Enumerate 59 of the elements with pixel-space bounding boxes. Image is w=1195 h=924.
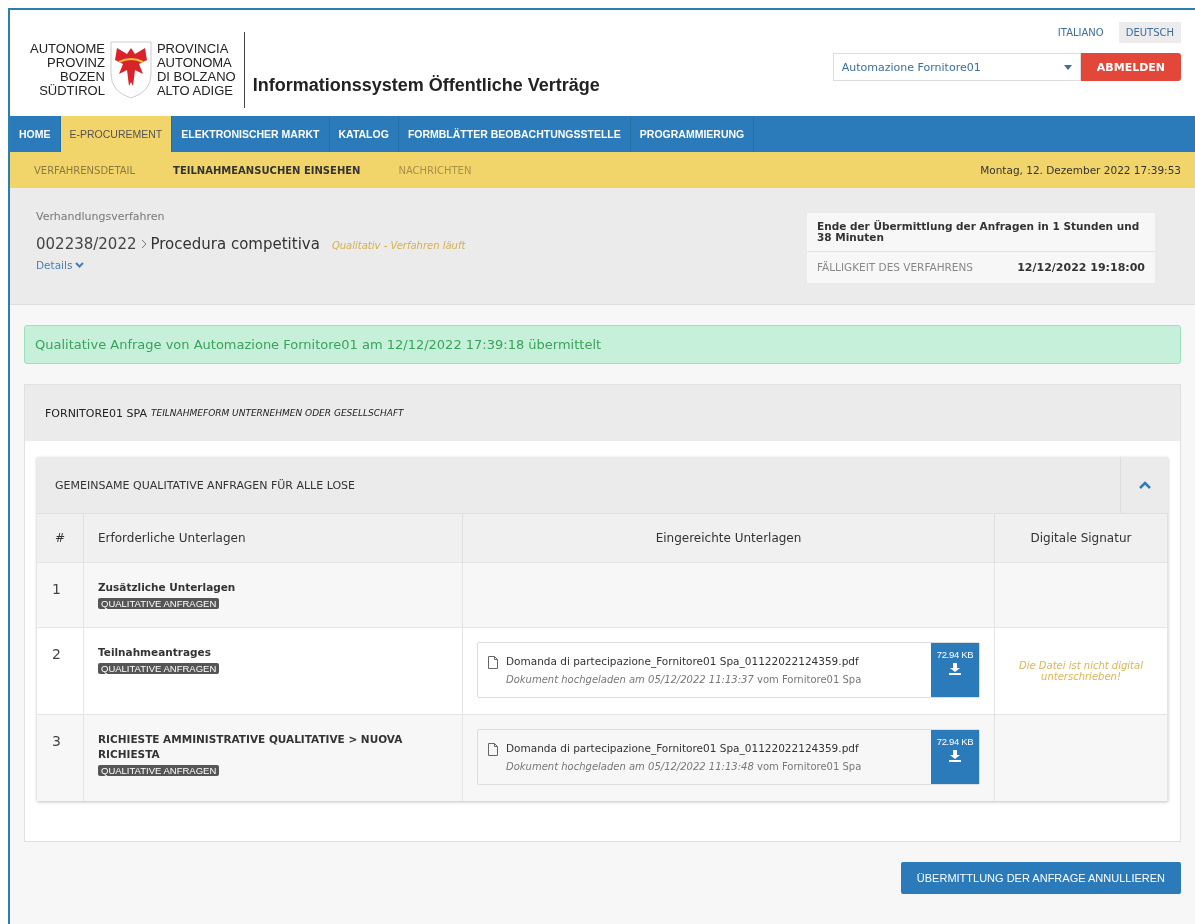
deadline-label: FÄLLIGKEIT DES VERFAHRENS bbox=[817, 261, 973, 274]
company-name: FORNITORE01 SPA bbox=[45, 406, 147, 420]
signature-warning: Die Datei ist nicht digital unterschrieben! bbox=[1018, 659, 1144, 682]
download-icon bbox=[948, 750, 962, 762]
document-requirement: Teilnahmeantrages bbox=[98, 645, 211, 660]
chevron-up-icon bbox=[1138, 481, 1151, 489]
row-number: 2 bbox=[51, 645, 62, 662]
success-alert: Qualitative Anfrage von Automazione Fornitore01 am 12/12/2022 17:39:18 übermittelt bbox=[24, 325, 1181, 364]
download-button[interactable]: 72.94 KB bbox=[931, 730, 979, 784]
row-number: 3 bbox=[51, 732, 62, 749]
file-icon bbox=[488, 656, 498, 669]
document-requirement: Zusätzliche Unterlagen bbox=[98, 580, 236, 595]
crest-icon bbox=[108, 40, 153, 100]
file-name: Domanda di partecipazione_Fornitore01 Spa_01122022124359.pdf bbox=[506, 742, 860, 754]
procedure-status: Qualitativ - Verfahren läuft bbox=[331, 240, 466, 251]
participation-form: TEILNAHMEFORM UNTERNEHMEN ODER GESELLSCHAFT bbox=[151, 408, 404, 418]
logo-text: BOZEN bbox=[60, 70, 105, 84]
language-button[interactable]: ITALIANO bbox=[1050, 22, 1111, 43]
category-tag: QUALITATIVE ANFRAGEN bbox=[98, 765, 220, 776]
user-select[interactable]: Automazione Fornitore01 bbox=[832, 53, 1081, 81]
deadline-value: 12/12/2022 19:18:00 bbox=[1017, 261, 1145, 274]
download-button[interactable]: 72.94 KB bbox=[931, 643, 979, 697]
details-link[interactable]: Details bbox=[36, 259, 85, 271]
file-icon bbox=[488, 743, 498, 756]
chevron-right-icon bbox=[140, 239, 147, 249]
logo-text: DI BOLZANO bbox=[156, 70, 236, 84]
logo-text: AUTONOME bbox=[30, 42, 105, 56]
procedure-type: Verhandlungsverfahren bbox=[36, 210, 166, 223]
category-tag: QUALITATIVE ANFRAGEN bbox=[98, 598, 220, 609]
subnav-tab[interactable]: VERFAHRENSDETAIL bbox=[34, 164, 136, 176]
logo-text: AUTONOMA bbox=[156, 56, 233, 70]
logout-button[interactable]: ABMELDEN bbox=[1080, 53, 1181, 81]
download-icon bbox=[948, 663, 962, 675]
cancel-request-button[interactable]: ÜBERMITTLUNG DER ANFRAGE ANNULLIEREN bbox=[900, 862, 1181, 894]
current-date: Montag, 12. Dezember 2022 17:39:53 bbox=[980, 164, 1181, 176]
logo-text: ALTO ADIGE bbox=[156, 84, 234, 98]
column-header: Eingereichte Unterlagen bbox=[462, 513, 995, 563]
row-number: 1 bbox=[51, 580, 62, 597]
document-requirement: RICHIESTE AMMINISTRATIVE QUALITATIVE > NUOVA RICHIESTA bbox=[98, 732, 404, 762]
category-tag: QUALITATIVE ANFRAGEN bbox=[98, 663, 220, 674]
column-header: Digitale Signatur bbox=[994, 513, 1168, 563]
logo-text: PROVINCIA bbox=[156, 42, 230, 56]
subnav-tab[interactable]: TEILNAHMEANSUCHEN EINSEHEN bbox=[173, 164, 361, 176]
app-title: Informationssystem Öffentliche Verträge bbox=[252, 75, 600, 96]
procedure-number: 002238/2022 bbox=[36, 235, 137, 253]
language-button[interactable]: DEUTSCH bbox=[1118, 22, 1181, 43]
upload-info: Dokument hochgeladen am 05/12/2022 11:13:37 vom Fornitore01 Spa bbox=[506, 674, 862, 685]
caret-icon bbox=[1063, 64, 1072, 70]
procedure-name: Procedura competitiva bbox=[150, 235, 320, 253]
logo-text: PROVINZ bbox=[47, 56, 105, 70]
section-title: GEMEINSAME QUALITATIVE ANFRAGEN FÜR ALLE LOSE bbox=[55, 478, 355, 492]
file-name: Domanda di partecipazione_Fornitore01 Spa_01122022124359.pdf bbox=[506, 655, 860, 667]
logo-text: SÜDTIROL bbox=[39, 84, 105, 98]
upload-info: Dokument hochgeladen am 05/12/2022 11:13:48 vom Fornitore01 Spa bbox=[506, 761, 862, 772]
chevron-down-icon bbox=[75, 262, 85, 268]
column-header: Erforderliche Unterlagen bbox=[83, 513, 463, 563]
deadline-remaining: Ende der Übermittlung der Anfragen in 1 Stunden und 38 Minuten bbox=[807, 213, 1155, 252]
column-header: # bbox=[37, 513, 84, 563]
nav-tab[interactable]: E-PROCUREMENT bbox=[60, 116, 173, 152]
